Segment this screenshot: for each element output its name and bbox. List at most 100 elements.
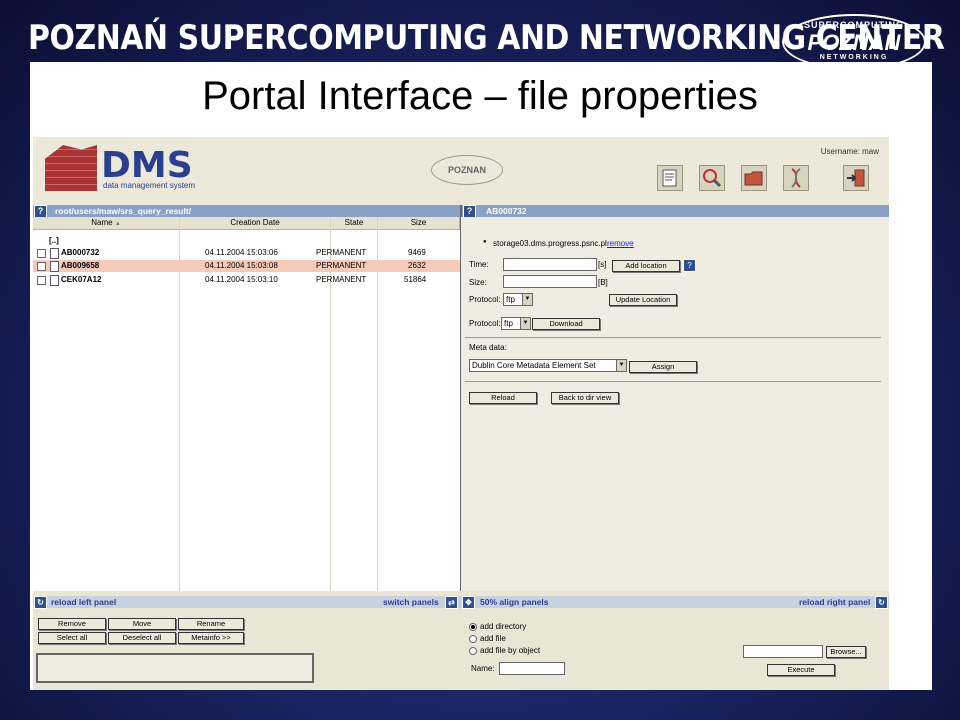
message-area [36, 653, 314, 683]
column-header-label: Name [91, 218, 113, 227]
dms-logo-text: DMS [101, 145, 193, 186]
switch-panels-link[interactable]: switch panels [383, 596, 439, 608]
download-protocol-select[interactable]: ftp ▼ [501, 317, 531, 330]
row-checkbox[interactable] [37, 249, 46, 258]
sort-up-icon: ▲ [114, 221, 121, 227]
location-host: storage03.dms.progress.psnc.pl [493, 239, 607, 248]
move-button[interactable]: Move [108, 618, 176, 630]
metadata-schema-select[interactable]: Dublin Core Metadata Element Set ▼ [469, 359, 627, 372]
center-logo: POZNAN [431, 155, 503, 185]
chevron-down-icon: ▼ [520, 318, 530, 329]
right-panel-titlebar: ? AB000732 [462, 205, 889, 218]
time-unit: [s] [598, 260, 607, 269]
logo-bottom-text: NETWORKING [819, 54, 889, 61]
column-size[interactable]: Size [378, 217, 460, 230]
column-name[interactable]: Name ▲ [33, 217, 180, 230]
help-icon[interactable]: ? [683, 259, 696, 272]
size-unit: [B] [598, 278, 608, 287]
slide-title: Portal Interface – file properties [202, 74, 758, 118]
bullet-icon: ● [483, 239, 487, 245]
file-state: PERMANENT [316, 261, 367, 270]
reload-button[interactable]: Reload [469, 392, 537, 404]
file-date: 04.11.2004 15:03:10 [205, 275, 278, 284]
file-name[interactable]: AB009658 [61, 260, 99, 272]
parent-dir-row[interactable]: [..] [33, 235, 460, 247]
download-button[interactable]: Download [532, 318, 600, 330]
metadata-schema-value: Dublin Core Metadata Element Set [472, 361, 596, 370]
browse-button[interactable]: Browse... [826, 646, 866, 658]
file-size: 2632 [408, 261, 426, 270]
radio-label: add file by object [480, 646, 541, 655]
add-file-radio[interactable] [469, 635, 477, 643]
left-panel-titlebar: ? root/users/maw/srs_query_result/ [33, 205, 460, 218]
align-icon[interactable]: ✥ [462, 596, 475, 609]
folder-icon[interactable] [741, 165, 767, 191]
meta-data-label: Meta data: [469, 343, 507, 352]
reload-left-link[interactable]: reload left panel [51, 596, 116, 608]
protocol-select[interactable]: ftp ▼ [503, 293, 533, 306]
row-checkbox[interactable] [37, 262, 46, 271]
table-row[interactable]: CEK07A12 04.11.2004 15:03:10 PERMANENT 5… [33, 274, 460, 286]
file-name[interactable]: AB000732 [61, 247, 99, 259]
remove-link[interactable]: remove [607, 239, 634, 248]
chevron-down-icon: ▼ [616, 360, 626, 371]
column-state[interactable]: State [331, 217, 378, 230]
logo-main-text: POZNAN [807, 30, 901, 55]
dms-logo-subtitle: data management system [103, 181, 196, 190]
reload-icon[interactable]: ↻ [875, 596, 888, 609]
file-date: 04.11.2004 15:03:08 [205, 261, 278, 270]
table-row-selected[interactable]: AB009658 04.11.2004 15:03:08 PERMANENT 2… [33, 260, 460, 272]
name-input[interactable] [499, 662, 565, 675]
file-name[interactable]: CEK07A12 [61, 274, 101, 286]
right-actions: add directory add file add file by objec… [461, 611, 889, 690]
protocol-value: ftp [504, 319, 513, 328]
file-icon [50, 275, 59, 286]
logo-top-text: SUPERCOMPUTING [803, 20, 904, 30]
reload-right-link[interactable]: reload right panel [799, 596, 870, 608]
metainfo-button[interactable]: Metainfo >> [178, 632, 244, 644]
search-icon[interactable] [699, 165, 725, 191]
column-creation-date[interactable]: Creation Date [180, 217, 331, 230]
protocol-value: ftp [506, 295, 515, 304]
file-size: 9469 [408, 248, 426, 257]
add-file-by-object-radio[interactable] [469, 647, 477, 655]
rename-button[interactable]: Rename [178, 618, 244, 630]
table-row[interactable]: AB000732 04.11.2004 15:03:06 PERMANENT 9… [33, 247, 460, 259]
row-checkbox[interactable] [37, 276, 46, 285]
remove-button[interactable]: Remove [38, 618, 106, 630]
update-location-button[interactable]: Update Location [609, 294, 677, 306]
select-all-button[interactable]: Select all [38, 632, 106, 644]
assign-button[interactable]: Assign [629, 361, 697, 373]
dms-application: DMS data management system POZNAN Userna… [33, 137, 889, 690]
add-directory-radio[interactable] [469, 623, 477, 631]
reload-icon[interactable]: ↻ [34, 596, 47, 609]
dna-icon[interactable] [783, 165, 809, 191]
time-input[interactable] [503, 258, 597, 271]
file-path-input[interactable] [743, 645, 823, 658]
file-date: 04.11.2004 15:03:06 [205, 248, 278, 257]
file-list-panel: Name ▲ Creation Date State Size [..] AB0… [33, 217, 460, 591]
add-location-button[interactable]: Add location [612, 260, 680, 272]
switch-icon[interactable]: ⇄ [445, 596, 458, 609]
logout-icon[interactable] [843, 165, 869, 191]
file-size: 51864 [404, 275, 427, 284]
name-label: Name: [471, 664, 495, 673]
protocol-label: Protocol: [469, 319, 501, 328]
bricks-logo-icon [45, 145, 97, 191]
deselect-all-button[interactable]: Deselect all [108, 632, 176, 644]
dms-logo: DMS data management system [45, 145, 225, 193]
execute-button[interactable]: Execute [767, 664, 835, 676]
properties-icon[interactable] [657, 165, 683, 191]
back-to-dir-button[interactable]: Back to dir view [551, 392, 619, 404]
chevron-down-icon: ▼ [522, 294, 532, 305]
header-banner: POZNAŃ SUPERCOMPUTING AND NETWORKING CEN… [0, 0, 960, 70]
file-icon [50, 248, 59, 259]
protocol-label: Protocol: [469, 295, 501, 304]
radio-label: add file [480, 634, 506, 643]
file-icon [50, 261, 59, 272]
file-title: AB000732 [486, 206, 527, 216]
align-panels-link[interactable]: 50% align panels [480, 596, 549, 608]
app-header: DMS data management system POZNAN Userna… [33, 137, 889, 205]
left-actions: Remove Move Rename Select all Deselect a… [33, 611, 460, 690]
size-input[interactable] [503, 275, 597, 288]
